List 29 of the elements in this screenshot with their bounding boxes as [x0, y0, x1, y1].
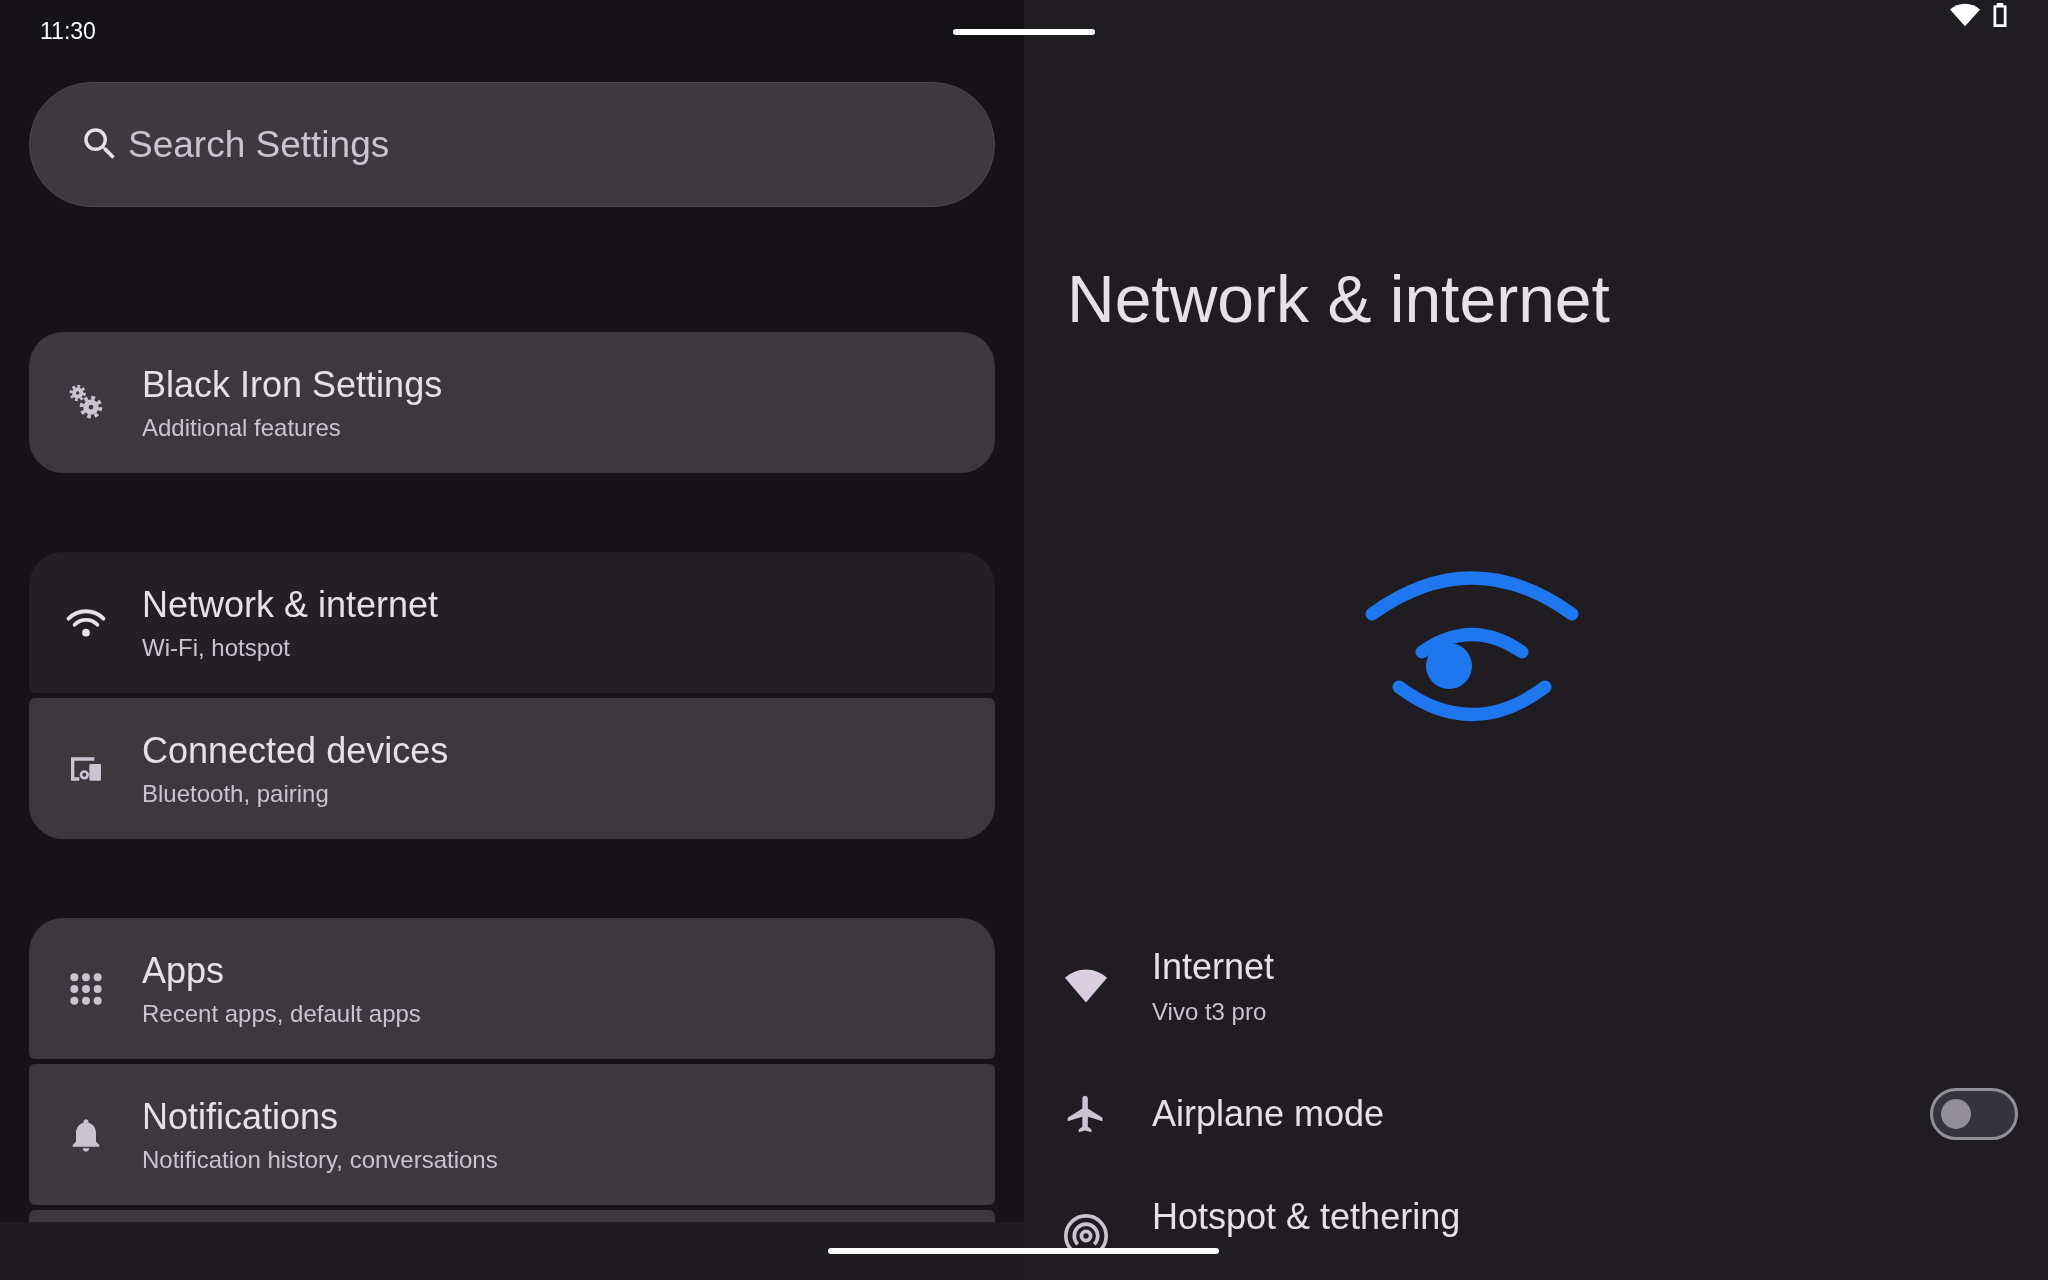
row-subtitle: Vivo t3 pro: [1152, 998, 1268, 1026]
drag-handle[interactable]: [953, 29, 1095, 35]
settings-item[interactable]: Network & internet Wi-Fi, hotspot: [29, 552, 995, 693]
item-subtitle: Recent apps, default apps: [142, 999, 421, 1028]
airplane-toggle[interactable]: [1930, 1088, 2018, 1140]
row-title: Airplane mode: [1152, 1093, 1386, 1135]
item-title: Apps: [142, 949, 226, 992]
item-subtitle: Wi-Fi, hotspot: [142, 633, 292, 662]
item-subtitle: Additional features: [142, 413, 342, 442]
settings-row[interactable]: Hotspot & tethering: [1024, 1178, 2048, 1280]
item-title: Connected devices: [142, 729, 449, 772]
settings-row[interactable]: Airplane mode: [1024, 1050, 2048, 1178]
item-title: Network & internet: [142, 583, 439, 626]
item-title: Notifications: [142, 1095, 340, 1138]
search-field[interactable]: Search Settings: [29, 82, 995, 207]
battery-icon: [1992, 2, 2008, 28]
row-title: Hotspot & tethering: [1152, 1196, 1462, 1238]
item-title: Black Iron Settings: [142, 363, 443, 406]
item-subtitle: Notification history, conversations: [142, 1145, 498, 1174]
home-handle[interactable]: [828, 1248, 1219, 1254]
page-title: Network & internet: [1067, 266, 1611, 332]
settings-item[interactable]: Black Iron Settings Additional features: [29, 332, 995, 473]
settings-row[interactable]: Internet Vivo t3 pro: [1024, 922, 2048, 1050]
settings-item[interactable]: Apps Recent apps, default apps: [29, 918, 995, 1059]
settings-item[interactable]: Connected devices Bluetooth, pairing: [29, 698, 995, 839]
settings-item[interactable]: Notifications Notification history, conversations: [29, 1064, 995, 1205]
row-title: Internet: [1152, 946, 1276, 988]
item-subtitle: Bluetooth, pairing: [142, 779, 330, 808]
status-time: 11:30: [40, 17, 96, 45]
